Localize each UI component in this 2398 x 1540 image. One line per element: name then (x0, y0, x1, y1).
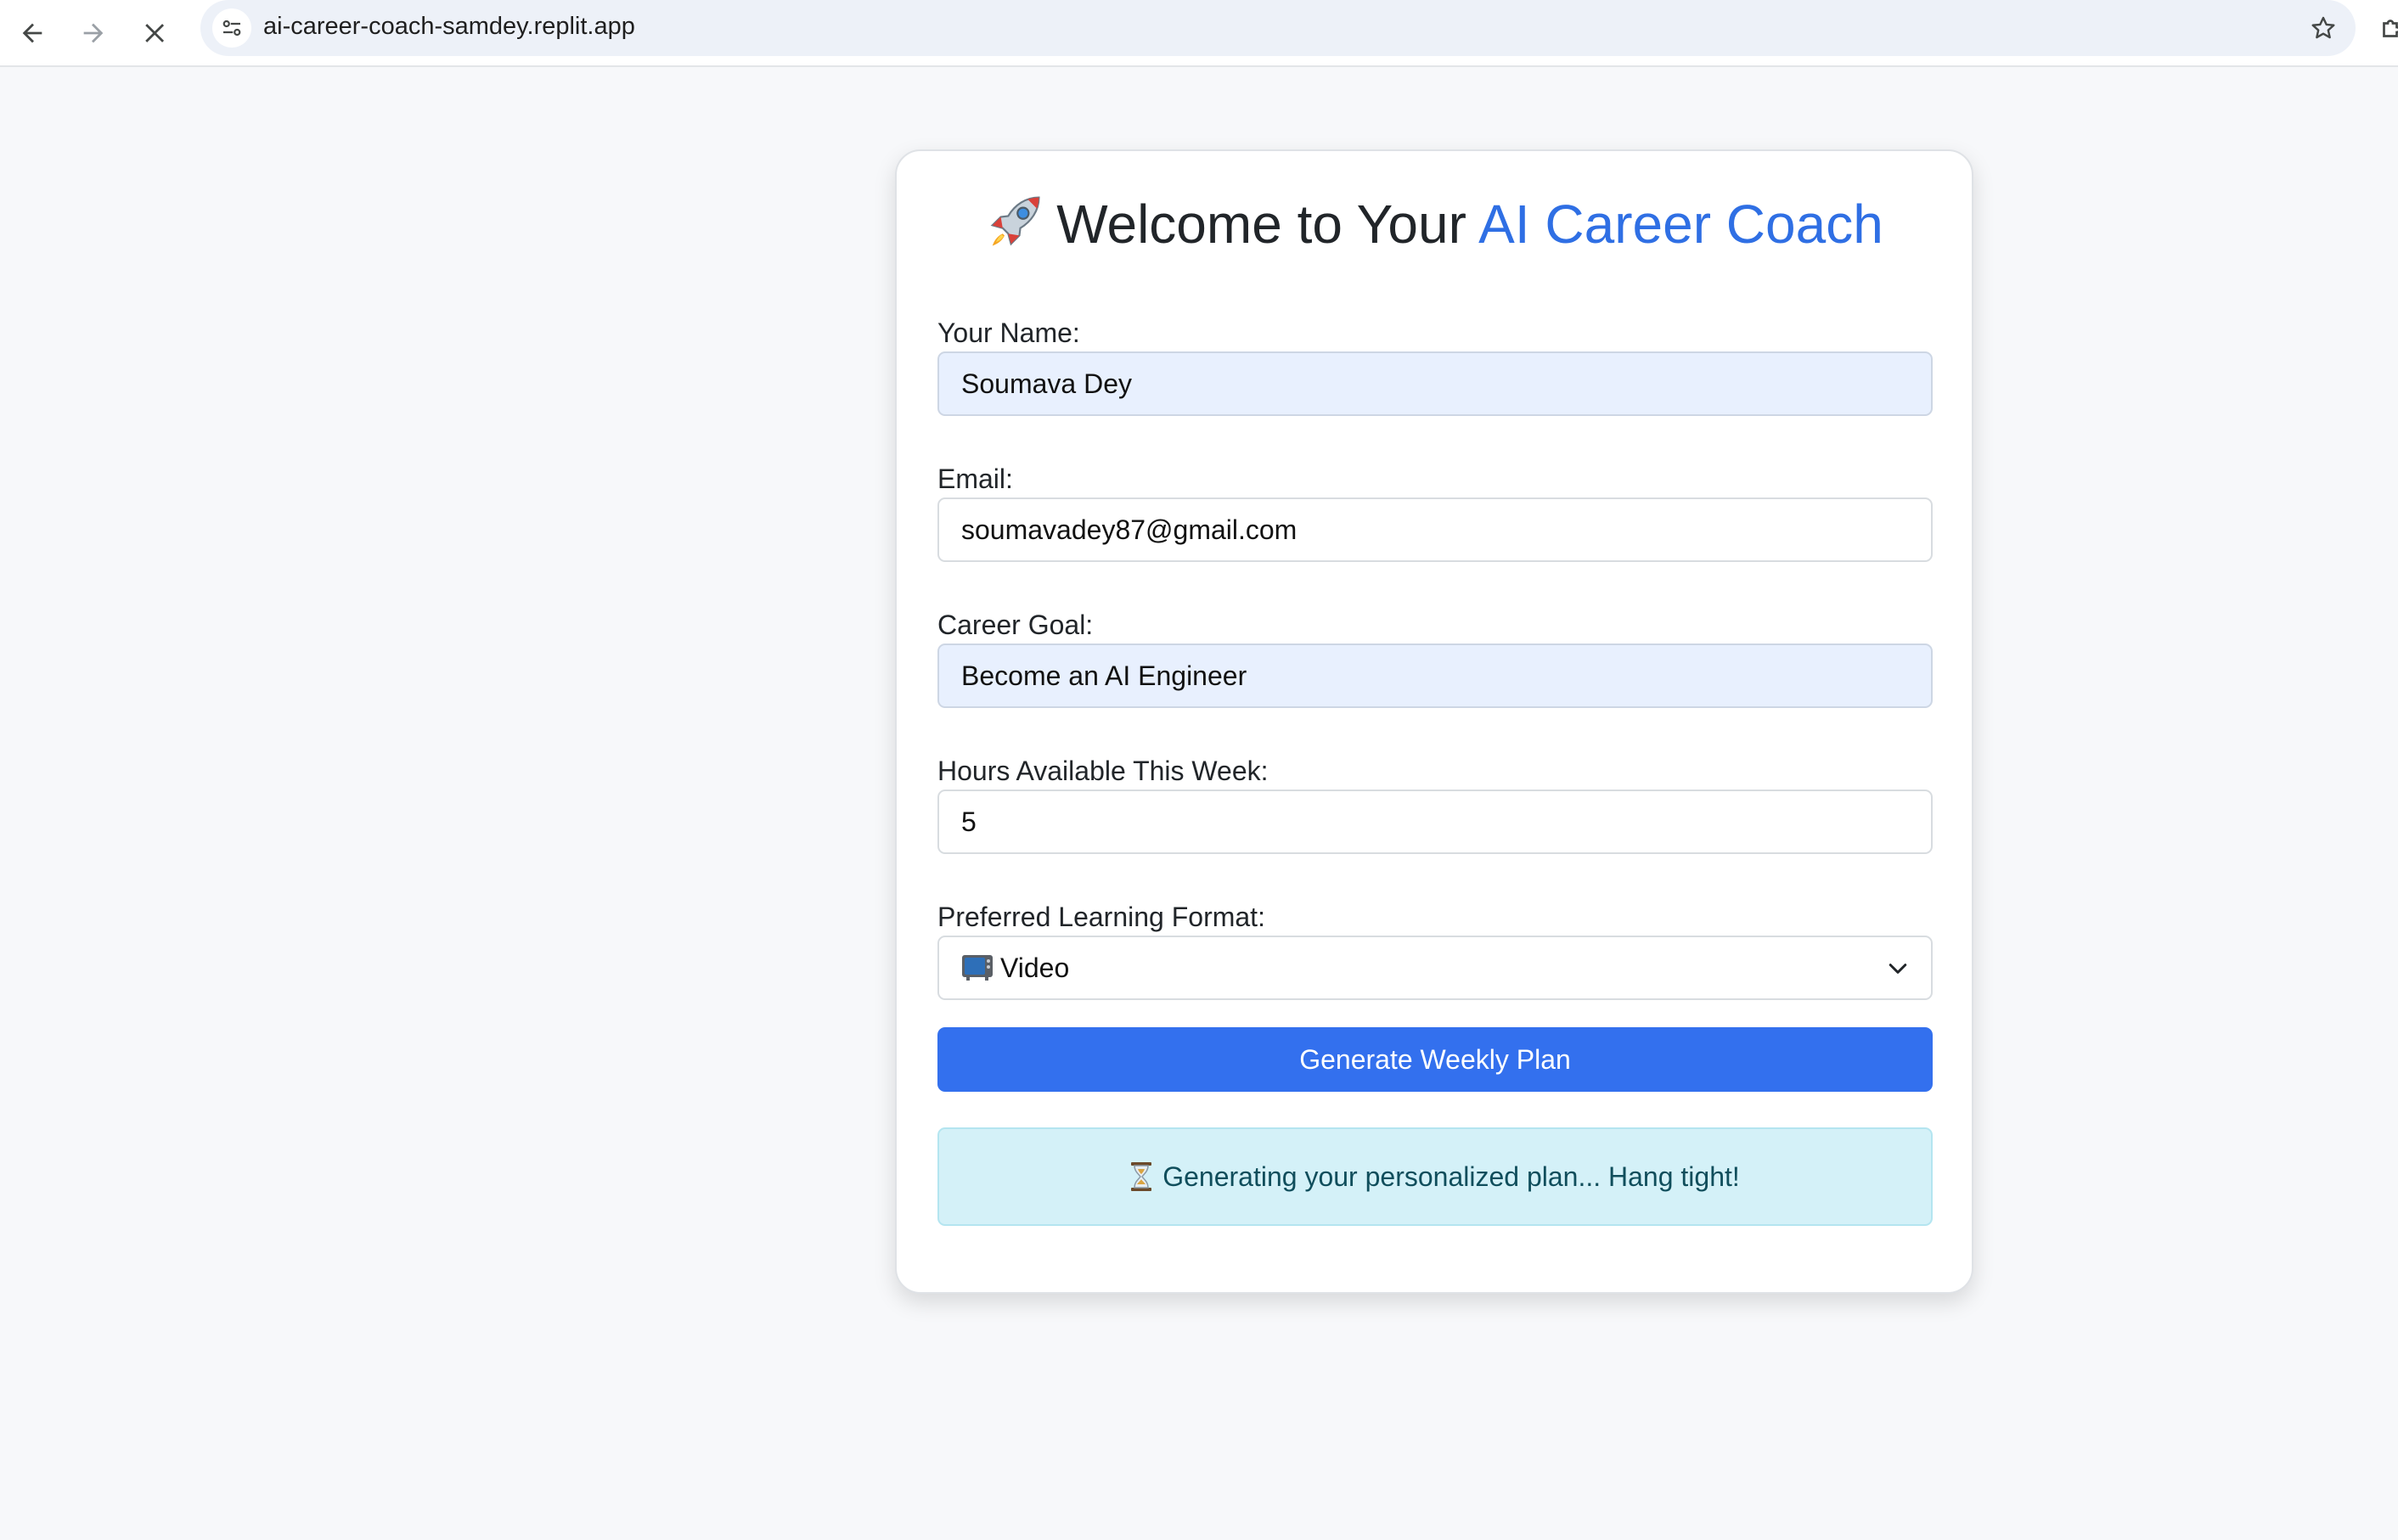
extensions-icon (2383, 20, 2398, 37)
learning-format-value: Video (1000, 953, 1070, 983)
generate-weekly-plan-button[interactable]: Generate Weekly Plan (937, 1027, 1933, 1092)
address-bar[interactable]: ai-career-coach-samdey.replit.app (200, 0, 2356, 56)
page-title: Welcome to Your AI Career Coach (897, 192, 1972, 256)
format-label: Preferred Learning Format: (937, 902, 1265, 932)
title-accent: AI Career Coach (1478, 194, 1883, 255)
hourglass-icon (1131, 1162, 1152, 1191)
career-coach-card: Welcome to Your AI Career Coach Your Nam… (895, 149, 1973, 1294)
rocket-icon (990, 196, 1040, 246)
learning-format-select[interactable]: Video (937, 936, 1933, 1000)
tv-icon (962, 955, 993, 981)
site-info-button[interactable] (212, 8, 251, 48)
back-button[interactable] (7, 8, 58, 59)
email-label: Email: (937, 464, 1013, 494)
back-arrow-icon (22, 23, 42, 43)
status-message: Generating your personalized plan... Han… (1162, 1161, 1740, 1192)
name-label: Your Name: (937, 318, 1080, 348)
forward-button[interactable] (68, 8, 119, 59)
hours-label: Hours Available This Week: (937, 756, 1269, 786)
title-prefix: Welcome to Your (1056, 194, 1466, 255)
bookmark-button[interactable] (2303, 8, 2344, 48)
forward-arrow-icon (83, 23, 104, 43)
url-text[interactable]: ai-career-coach-samdey.replit.app (263, 13, 635, 41)
hours-input[interactable]: 5 (937, 790, 1933, 854)
chevron-down-icon (1889, 964, 1907, 974)
extensions-button[interactable] (2378, 12, 2398, 46)
career-goal-label: Career Goal: (937, 610, 1094, 640)
stop-loading-icon (145, 24, 165, 42)
stop-loading-button[interactable] (129, 8, 180, 59)
status-alert: Generating your personalized plan... Han… (937, 1127, 1933, 1226)
email-input[interactable]: soumavadey87@gmail.com (937, 497, 1933, 562)
career-goal-input[interactable]: Become an AI Engineer (937, 644, 1933, 708)
name-input[interactable]: Soumava Dey (937, 351, 1933, 416)
bookmark-star-icon (2311, 16, 2335, 39)
browser-toolbar: ai-career-coach-samdey.replit.app (0, 0, 2398, 67)
site-info-icon (222, 20, 241, 37)
